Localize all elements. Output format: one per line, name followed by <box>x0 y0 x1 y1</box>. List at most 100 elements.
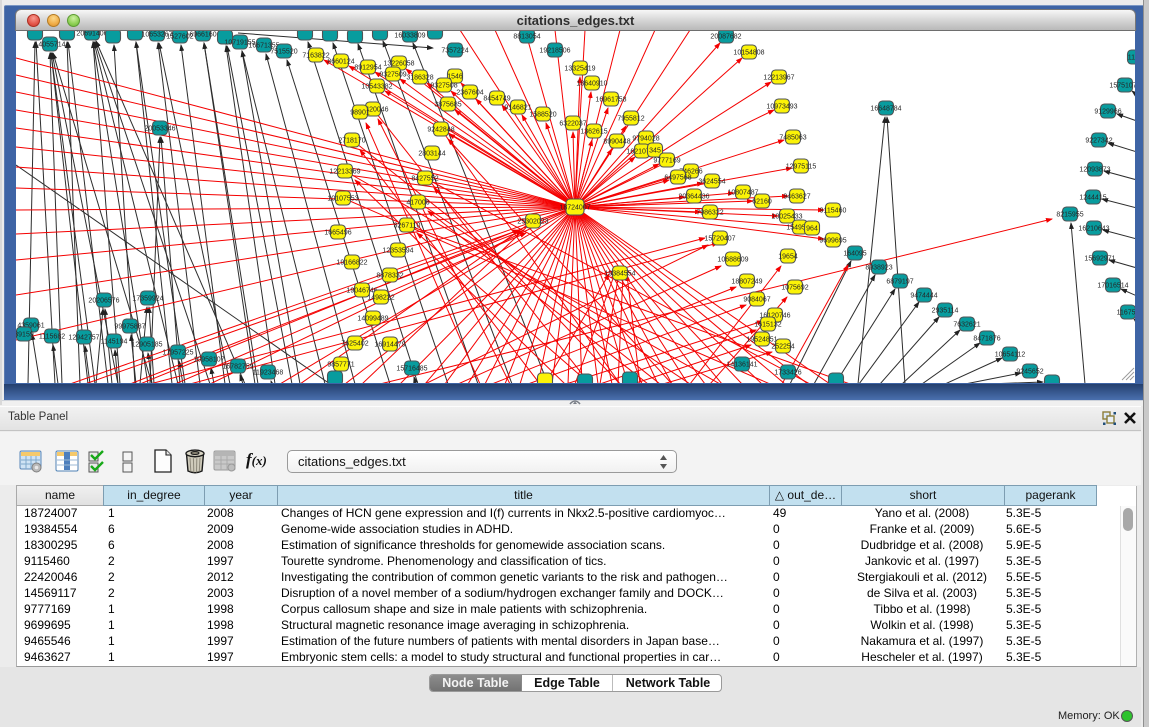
svg-text:9327508: 9327508 <box>430 83 457 90</box>
svg-text:12905185: 12905185 <box>131 342 162 349</box>
svg-text:10543382: 10543382 <box>361 84 392 91</box>
svg-text:9115460: 9115460 <box>820 208 847 215</box>
svg-text:9857771: 9857771 <box>327 362 354 369</box>
svg-text:164095: 164095 <box>843 251 866 258</box>
svg-text:11923468: 11923468 <box>253 370 284 377</box>
svg-text:1665496: 1665496 <box>324 230 351 237</box>
svg-text:1615132: 1615132 <box>754 322 781 329</box>
svg-text:6879197: 6879197 <box>886 279 913 286</box>
svg-text:9474444: 9474444 <box>910 293 937 300</box>
svg-text:20364436: 20364436 <box>678 194 709 201</box>
svg-text:12213369: 12213369 <box>329 169 360 176</box>
svg-text:3875685: 3875685 <box>434 102 461 109</box>
svg-text:10807487: 10807487 <box>727 190 758 197</box>
svg-text:10107553: 10107553 <box>327 196 358 203</box>
svg-text:1117: 1117 <box>1128 55 1135 62</box>
svg-text:18640910: 18640910 <box>576 81 607 88</box>
svg-text:8938923: 8938923 <box>865 265 892 272</box>
svg-text:1588520: 1588520 <box>529 112 556 119</box>
svg-text:9084067: 9084067 <box>743 297 770 304</box>
svg-text:8471876: 8471876 <box>973 336 1000 343</box>
svg-text:116753: 116753 <box>1117 310 1135 317</box>
svg-text:19654: 19654 <box>778 254 798 261</box>
svg-text:16914479: 16914479 <box>374 342 405 349</box>
svg-text:20053346: 20053346 <box>144 126 175 133</box>
svg-text:1244415: 1244415 <box>1079 195 1106 202</box>
svg-text:12353594: 12353594 <box>382 248 413 255</box>
svg-text:8878332: 8878332 <box>376 273 403 280</box>
svg-text:6497568: 6497568 <box>664 175 691 182</box>
svg-text:7632621: 7632621 <box>953 322 980 329</box>
svg-text:20087682: 20087682 <box>710 34 741 41</box>
svg-text:16648784: 16648784 <box>870 106 901 113</box>
svg-text:10688609: 10688609 <box>717 257 748 264</box>
svg-text:19166822: 19166822 <box>336 260 367 267</box>
svg-text:20206576: 20206576 <box>88 298 119 305</box>
svg-text:15692971: 15692971 <box>1084 256 1115 263</box>
svg-text:12093873: 12093873 <box>1079 167 1110 174</box>
svg-text:8990448: 8990448 <box>603 139 630 146</box>
svg-text:15716485: 15716485 <box>396 366 427 373</box>
svg-text:18807249: 18807249 <box>731 279 762 286</box>
svg-text:9146821: 9146821 <box>504 105 531 112</box>
svg-text:8454749: 8454749 <box>483 96 510 103</box>
svg-text:10958107: 10958107 <box>193 357 224 364</box>
svg-text:9227342: 9227342 <box>1085 138 1112 145</box>
svg-text:9242848: 9242848 <box>427 127 454 134</box>
svg-text:25302023: 25302023 <box>517 219 548 226</box>
svg-text:14136141: 14136141 <box>726 362 757 369</box>
svg-text:13325419: 13325419 <box>564 66 595 73</box>
svg-text:7986322: 7986322 <box>696 210 723 217</box>
svg-text:8813054: 8813054 <box>513 34 540 41</box>
svg-text:17016514: 17016514 <box>1097 283 1128 290</box>
svg-text:17359924: 17359924 <box>132 296 163 303</box>
svg-text:1498222: 1498222 <box>367 295 394 302</box>
svg-text:98901: 98901 <box>350 110 370 117</box>
svg-text:1075692: 1075692 <box>781 285 808 292</box>
svg-text:10654112: 10654112 <box>995 352 1026 359</box>
svg-text:964: 964 <box>806 226 818 233</box>
svg-text:20691406: 20691406 <box>76 31 107 38</box>
svg-text:12213967: 12213967 <box>763 75 794 82</box>
svg-text:14099489: 14099489 <box>357 316 388 323</box>
svg-text:345: 345 <box>649 148 661 155</box>
svg-text:16210643: 16210643 <box>1078 226 1109 233</box>
svg-text:9245652: 9245652 <box>1016 369 1043 376</box>
svg-text:7357224: 7357224 <box>441 48 468 55</box>
svg-text:1362615: 1362615 <box>580 129 607 136</box>
svg-text:9794028: 9794028 <box>632 136 659 143</box>
svg-text:10973493: 10973493 <box>766 104 797 111</box>
svg-text:7163822: 7163822 <box>302 53 329 60</box>
svg-text:1145194: 1145194 <box>101 339 128 346</box>
svg-text:7955812: 7955812 <box>617 116 644 123</box>
svg-text:2718170: 2718170 <box>338 138 365 145</box>
svg-text:8427552: 8427552 <box>411 176 438 183</box>
svg-text:10154808: 10154808 <box>733 50 764 57</box>
svg-text:99975887: 99975887 <box>114 324 145 331</box>
svg-text:12975115: 12975115 <box>786 164 817 171</box>
svg-text:19384554: 19384554 <box>604 271 635 278</box>
svg-text:15751074: 15751074 <box>1109 83 1135 90</box>
svg-text:7485063: 7485063 <box>779 135 806 142</box>
svg-text:2935114: 2935114 <box>932 308 959 315</box>
svg-text:3186328: 3186328 <box>406 75 433 82</box>
svg-text:19524851: 19524851 <box>746 337 777 344</box>
svg-text:9129966: 9129966 <box>1094 109 1121 116</box>
svg-text:6966160: 6966160 <box>189 32 216 39</box>
svg-text:9463627: 9463627 <box>783 194 810 201</box>
svg-text:1733426: 1733426 <box>774 370 801 377</box>
svg-text:9327509: 9327509 <box>379 72 406 79</box>
svg-text:62160: 62160 <box>752 199 772 206</box>
svg-text:6322037: 6322037 <box>559 121 586 128</box>
svg-text:8660124: 8660124 <box>327 59 354 66</box>
svg-text:3267110: 3267110 <box>394 223 421 230</box>
svg-text:18724007: 18724007 <box>559 205 590 212</box>
svg-text:15720407: 15720407 <box>704 236 735 243</box>
svg-text:14055714: 14055714 <box>34 42 65 49</box>
svg-text:16033809: 16033809 <box>394 33 425 40</box>
svg-text:252254: 252254 <box>771 344 794 351</box>
svg-text:8215955: 8215955 <box>1056 212 1083 219</box>
svg-text:8912954: 8912954 <box>354 65 381 72</box>
svg-text:9699695: 9699695 <box>819 238 846 245</box>
svg-text:7515520: 7515520 <box>270 49 297 56</box>
